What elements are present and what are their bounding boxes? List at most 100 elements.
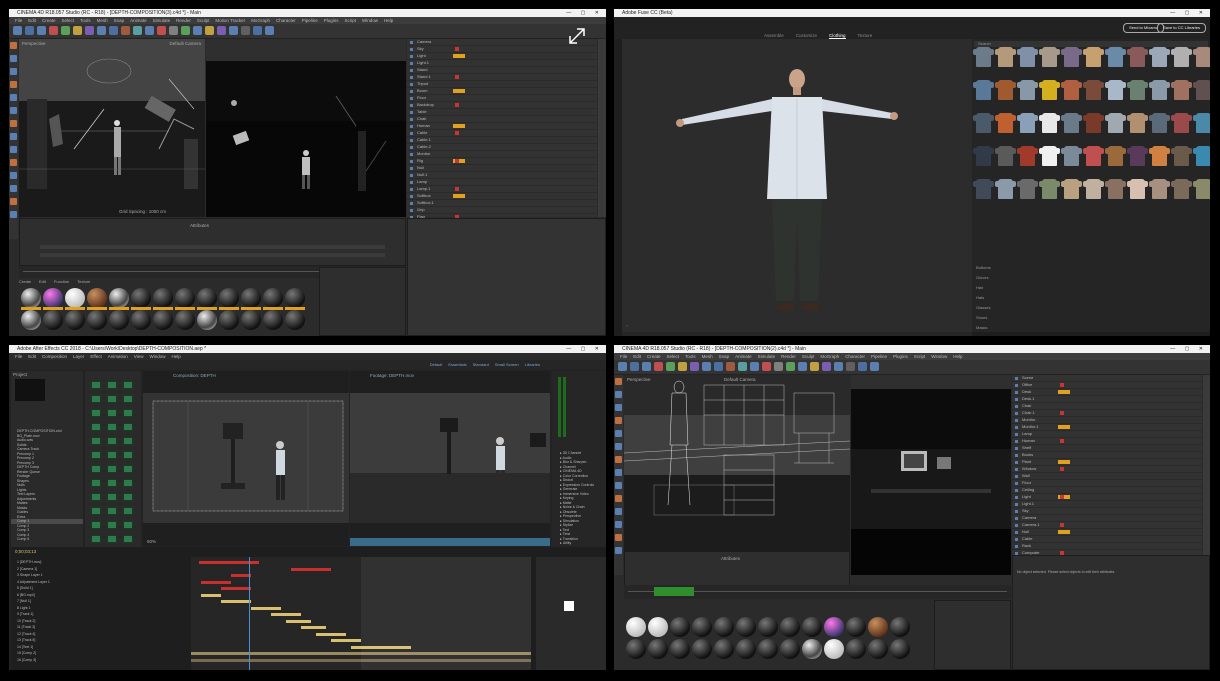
project-panel[interactable]: Project DEPTH-COMPOSITION.c4d BG_Plate.mo… (11, 371, 83, 556)
clothing-item-thumbnail[interactable] (1171, 179, 1192, 199)
clothing-item-thumbnail[interactable] (995, 80, 1016, 100)
menu-item[interactable]: Character (845, 354, 865, 359)
clothing-item-thumbnail[interactable] (973, 146, 994, 166)
material-swatch[interactable] (824, 639, 844, 659)
visibility-icon[interactable] (455, 131, 459, 135)
clothing-item-thumbnail[interactable] (1193, 146, 1210, 166)
clothing-item-thumbnail[interactable] (1171, 113, 1192, 133)
coordinates-panel[interactable] (319, 267, 406, 336)
visibility-icon[interactable] (1060, 439, 1064, 443)
side-tool-icon[interactable] (615, 417, 622, 424)
toolbar-tool-icon[interactable] (870, 362, 879, 371)
effect-control-icon[interactable] (91, 437, 101, 445)
clothing-item-thumbnail[interactable] (1061, 80, 1082, 100)
clothing-item-thumbnail[interactable] (1039, 146, 1060, 166)
side-tool-icon[interactable] (615, 391, 622, 398)
material-swatch[interactable] (153, 288, 173, 310)
object-row[interactable]: Sky (407, 46, 597, 53)
clothing-item-thumbnail[interactable] (1193, 47, 1210, 67)
effects-presets-panel[interactable]: ▸ 3D Channel ▸ Audio ▸ Blur & Sharpen ▸ Cha… (552, 371, 606, 556)
toolbar-tool-icon[interactable] (678, 362, 687, 371)
toolbar-tool-icon[interactable] (726, 362, 735, 371)
material-swatch[interactable] (670, 639, 690, 659)
layer-duration-bar[interactable] (199, 561, 259, 564)
side-tool-icon[interactable] (10, 211, 17, 218)
effect-control-icon[interactable] (91, 381, 101, 389)
menu-item[interactable]: Plugins (324, 18, 339, 23)
clothing-item-thumbnail[interactable] (1149, 80, 1170, 100)
tab-assemble[interactable]: Assemble (764, 33, 784, 38)
effect-control-icon[interactable] (91, 465, 101, 473)
object-row[interactable]: Lamp (1012, 431, 1202, 438)
material-swatch[interactable] (890, 617, 910, 637)
effect-control-icon[interactable] (123, 535, 133, 543)
layer-duration-bar[interactable] (291, 567, 331, 571)
visibility-icon[interactable] (1060, 495, 1064, 499)
material-tab[interactable]: Edit (39, 279, 46, 284)
project-items[interactable]: DEPTH-COMPOSITION.c4d BG_Plate.mov Audio.w… (11, 429, 83, 542)
object-row[interactable]: Backdrop (407, 102, 597, 109)
side-tool-icon[interactable] (615, 443, 622, 450)
material-swatch[interactable] (692, 639, 712, 659)
current-time-indicator[interactable] (249, 557, 250, 670)
visibility-icon[interactable] (1060, 411, 1064, 415)
toolbar-tool-icon[interactable] (25, 26, 34, 35)
material-swatch[interactable] (263, 310, 283, 330)
object-row[interactable]: Camera (1012, 515, 1202, 522)
viewer-zoom[interactable]: 50% (147, 539, 156, 544)
side-tool-icon[interactable] (615, 469, 622, 476)
material-swatch[interactable] (109, 310, 129, 330)
attribute-manager-right[interactable]: No object selected. Please select object… (1012, 555, 1210, 670)
toolbar-tool-icon[interactable] (798, 362, 807, 371)
menu-item[interactable]: Simulate (153, 18, 171, 23)
material-swatch[interactable] (285, 310, 305, 330)
menu-item[interactable]: Window (362, 18, 378, 23)
material-swatch[interactable] (758, 617, 778, 637)
clothing-item-thumbnail[interactable] (1061, 113, 1082, 133)
workspace-item[interactable]: Libraries (525, 362, 540, 367)
effect-control-icon[interactable] (107, 535, 117, 543)
layer-duration-bar[interactable] (221, 600, 251, 603)
toolbar-tool-icon[interactable] (121, 26, 130, 35)
clothing-item-thumbnail[interactable] (1171, 146, 1192, 166)
material-swatch[interactable] (890, 639, 910, 659)
perspective-viewport[interactable]: Perspective Default Camera Grid Spacing … (19, 39, 205, 217)
object-row[interactable]: Shelf (1012, 445, 1202, 452)
side-tool-icon[interactable] (615, 534, 622, 541)
menu-item[interactable]: Mesh (702, 354, 713, 359)
clothing-item-thumbnail[interactable] (1083, 113, 1104, 133)
clothing-item-thumbnail[interactable] (1083, 80, 1104, 100)
material-swatch[interactable] (219, 288, 239, 310)
color-swatch[interactable] (564, 601, 574, 611)
menu-item[interactable]: MoGraph (820, 354, 839, 359)
material-swatch[interactable] (626, 617, 646, 637)
clothing-item-thumbnail[interactable] (1149, 113, 1170, 133)
toolbar-tool-icon[interactable] (145, 26, 154, 35)
clothing-item-thumbnail[interactable] (1061, 47, 1082, 67)
effect-control-icon[interactable] (123, 395, 133, 403)
object-row[interactable]: Monitor (407, 151, 597, 158)
render-view[interactable] (851, 375, 1011, 575)
object-row[interactable]: Human (407, 123, 597, 130)
effect-control-icon[interactable] (91, 423, 101, 431)
object-row[interactable]: Light.1 (1012, 501, 1202, 508)
material-swatch[interactable] (692, 617, 712, 637)
coordinates-panel[interactable] (934, 600, 1011, 670)
object-row[interactable]: Chair (407, 116, 597, 123)
effect-control-icon[interactable] (107, 479, 117, 487)
toolbar-tool-icon[interactable] (774, 362, 783, 371)
object-row[interactable]: Null (407, 165, 597, 172)
clothing-category-item[interactable]: Gloves (976, 275, 988, 280)
side-tool-icon[interactable] (10, 172, 17, 179)
object-row[interactable]: Light (1012, 494, 1202, 501)
object-row[interactable]: Cable (407, 130, 597, 137)
material-swatch[interactable] (131, 288, 151, 310)
material-swatch[interactable] (758, 639, 778, 659)
object-row[interactable]: Human (1012, 438, 1202, 445)
layer-duration-bar[interactable] (286, 619, 311, 623)
material-swatch[interactable] (153, 310, 173, 330)
menu-item[interactable]: Create (42, 18, 56, 23)
menu-item[interactable]: Window (149, 354, 165, 359)
visibility-icon[interactable] (455, 187, 459, 191)
project-item[interactable]: Comp 5 (11, 537, 83, 542)
